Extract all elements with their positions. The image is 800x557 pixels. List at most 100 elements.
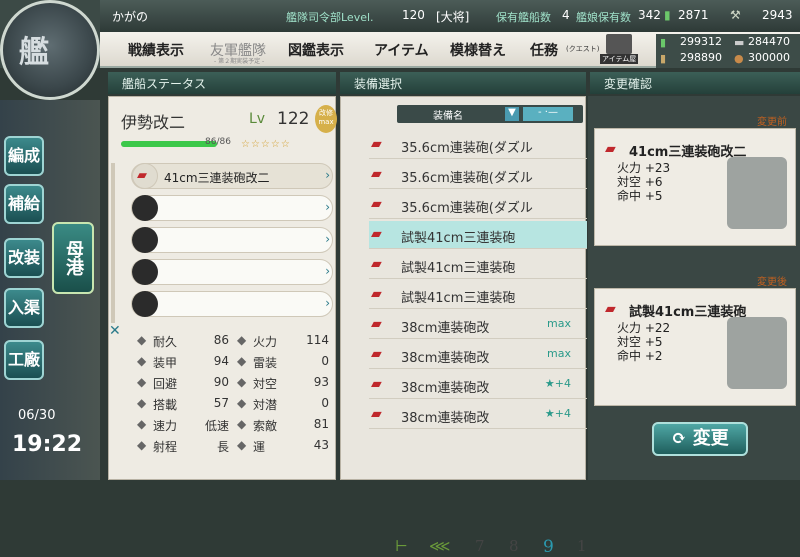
ship-name: 伊勢改二 xyxy=(121,113,186,132)
stat-value: 114 xyxy=(306,333,329,347)
stat-icon: ◆ xyxy=(237,438,247,452)
before-stat-3: 命中 +5 xyxy=(617,189,663,203)
equipment-row[interactable]: ▰ 38cm連装砲改 max xyxy=(369,341,587,369)
change-button[interactable]: ⟳ 変更 xyxy=(652,422,748,456)
remodel-max-badge: 改修 max xyxy=(315,105,337,133)
equipment-row[interactable]: ▰ 38cm連装砲改 ★+4 xyxy=(369,401,587,429)
stat-value: 81 xyxy=(313,417,329,431)
bauxite-value: 300000 xyxy=(748,51,790,64)
girls-label: 艦娘保有数 xyxy=(576,11,631,24)
nav-supply[interactable]: 補給 xyxy=(4,184,44,224)
stat-label: 運 xyxy=(253,440,266,454)
before-label: 変更前 xyxy=(757,117,787,128)
sort-dropdown-icon[interactable]: ▼ xyxy=(505,107,519,121)
girls-count: 342 xyxy=(638,8,661,22)
nav-remodel[interactable]: 改装 xyxy=(4,238,44,278)
page-next[interactable]: 1 xyxy=(577,537,587,555)
equipment-list-panel: 装備名 ▼ - ·— ▰ 35.6cm連装砲(ダズル ▰ 35.6cm連装砲(ダズル ▰… xyxy=(340,96,587,557)
menu-quest[interactable]: 任務 xyxy=(530,40,558,60)
steel-value: 284470 xyxy=(748,35,790,48)
stat-value: 94 xyxy=(213,354,229,368)
time: 19:22 xyxy=(12,432,83,457)
empty-slot-icon xyxy=(132,259,158,285)
main-gun-icon: ▰ xyxy=(371,136,382,152)
equipment-name: 試製41cm三連装砲 xyxy=(401,291,516,306)
hp-bar xyxy=(121,141,217,147)
equipment-row[interactable]: ▰ 35.6cm連装砲(ダズル xyxy=(369,131,587,159)
equipment-name: 35.6cm連装砲(ダズル xyxy=(401,201,533,216)
nav-arsenal[interactable]: 工廠 xyxy=(4,340,44,380)
sort-bar[interactable]: 装備名 ▼ - ·— xyxy=(397,105,583,123)
header-status-bar: 艦隊司令部Level. 120 [大将] 保有艦船数 4 艦娘保有数 342 ▮… xyxy=(100,0,800,32)
equipment-row[interactable]: ▰ 38cm連装砲改 max xyxy=(369,311,587,339)
stat-label: 耐久 xyxy=(153,335,178,349)
stat-value: 57 xyxy=(213,396,229,410)
stat-icon: ◆ xyxy=(137,438,147,452)
stat-value: 0 xyxy=(321,396,329,410)
home-port-button[interactable]: 母港 xyxy=(52,222,94,294)
main-gun-icon: ▰ xyxy=(605,301,616,317)
menu-battle-record[interactable]: 戦績表示 xyxy=(128,40,184,60)
prev-page-icon[interactable]: ⋘ xyxy=(429,537,450,555)
improvement-level: ★+4 xyxy=(544,377,571,390)
stat-label: 火力 xyxy=(253,335,278,349)
hq-level-value: 120 xyxy=(402,8,425,22)
menu-furniture[interactable]: 模様替え xyxy=(450,40,506,60)
slot-arrow-icon: › xyxy=(325,296,330,310)
main-gun-icon: ▰ xyxy=(371,376,382,392)
equipment-row[interactable]: ▰ 35.6cm連装砲(ダズル xyxy=(369,161,587,189)
ammo-icon: ▮ xyxy=(660,52,667,65)
nav-repair[interactable]: 入渠 xyxy=(4,288,44,328)
stat-icon: ◆ xyxy=(137,417,147,431)
fuel-value: 299312 xyxy=(680,35,722,48)
nav-organize[interactable]: 編成 xyxy=(4,136,44,176)
stat-label: 速力 xyxy=(153,419,178,433)
stat-value: 43 xyxy=(313,438,329,452)
equipment-name: 35.6cm連装砲(ダズル xyxy=(401,171,533,186)
first-page-icon[interactable]: ⊢ xyxy=(395,537,408,555)
menu-items[interactable]: アイテム xyxy=(374,40,429,60)
main-gun-icon: ▰ xyxy=(371,166,382,182)
equipment-row[interactable]: ▰ 試製41cm三連装砲 xyxy=(369,281,587,309)
equip-slot[interactable]: › xyxy=(131,291,333,317)
equipment-row[interactable]: ▰ 試製41cm三連装砲 xyxy=(369,221,587,249)
stat-value: 低速 xyxy=(204,419,229,433)
unequip-all-icon[interactable]: ✕ xyxy=(109,323,121,339)
equipment-row[interactable]: ▰ 35.6cm連装砲(ダズル xyxy=(369,191,587,219)
devmat-count: 2943 xyxy=(762,8,793,22)
bauxite-icon: ● xyxy=(734,52,744,65)
equip-slot[interactable]: › xyxy=(131,195,333,221)
slot-scrollbar[interactable] xyxy=(111,163,115,323)
rarity-stars: ☆☆☆☆☆ xyxy=(241,139,291,150)
bucket-count: 2871 xyxy=(678,8,709,22)
stat-icon: ◆ xyxy=(137,354,147,368)
page-8[interactable]: 8 xyxy=(509,537,519,555)
stat-value: 長 xyxy=(216,440,229,454)
equipment-name: 38cm連装砲改 xyxy=(401,351,490,366)
change-button-label: 変更 xyxy=(692,428,729,449)
equip-slot[interactable]: › xyxy=(131,227,333,253)
hq-level-label: 艦隊司令部Level. xyxy=(286,11,374,24)
equip-slot[interactable]: › xyxy=(131,259,333,285)
stat-label: 索敵 xyxy=(253,419,278,433)
bucket-icon: ▮ xyxy=(664,8,671,22)
page-9-current[interactable]: 9 xyxy=(543,537,554,557)
equip-slot[interactable]: ▰ 41cm三連装砲改二 › xyxy=(131,163,333,189)
sort-order-button[interactable]: - ·— xyxy=(523,107,573,121)
menu-picture-book[interactable]: 図鑑表示 xyxy=(288,40,344,60)
stat-icon: ◆ xyxy=(237,417,247,431)
equip-select-header: 装備選択 xyxy=(340,72,586,94)
page-7[interactable]: 7 xyxy=(475,537,485,555)
stat-icon: ◆ xyxy=(237,333,247,347)
main-gun-icon: ▰ xyxy=(605,141,616,157)
home-port-seal[interactable]: 艦 xyxy=(0,0,100,100)
equipment-row[interactable]: ▰ 試製41cm三連装砲 xyxy=(369,251,587,279)
item-shop-icon[interactable] xyxy=(606,34,632,54)
stat-label: 雷装 xyxy=(253,356,278,370)
stat-icon: ◆ xyxy=(137,333,147,347)
slot-arrow-icon: › xyxy=(325,264,330,278)
equipment-row[interactable]: ▰ 38cm連装砲改 ★+4 xyxy=(369,371,587,399)
level-label: Lv xyxy=(249,111,266,127)
ship-status-panel: 伊勢改二 Lv 122 改修 max 86/86 ☆☆☆☆☆ ▰ 41cm三連装… xyxy=(108,96,337,480)
after-equip-image xyxy=(727,317,787,389)
